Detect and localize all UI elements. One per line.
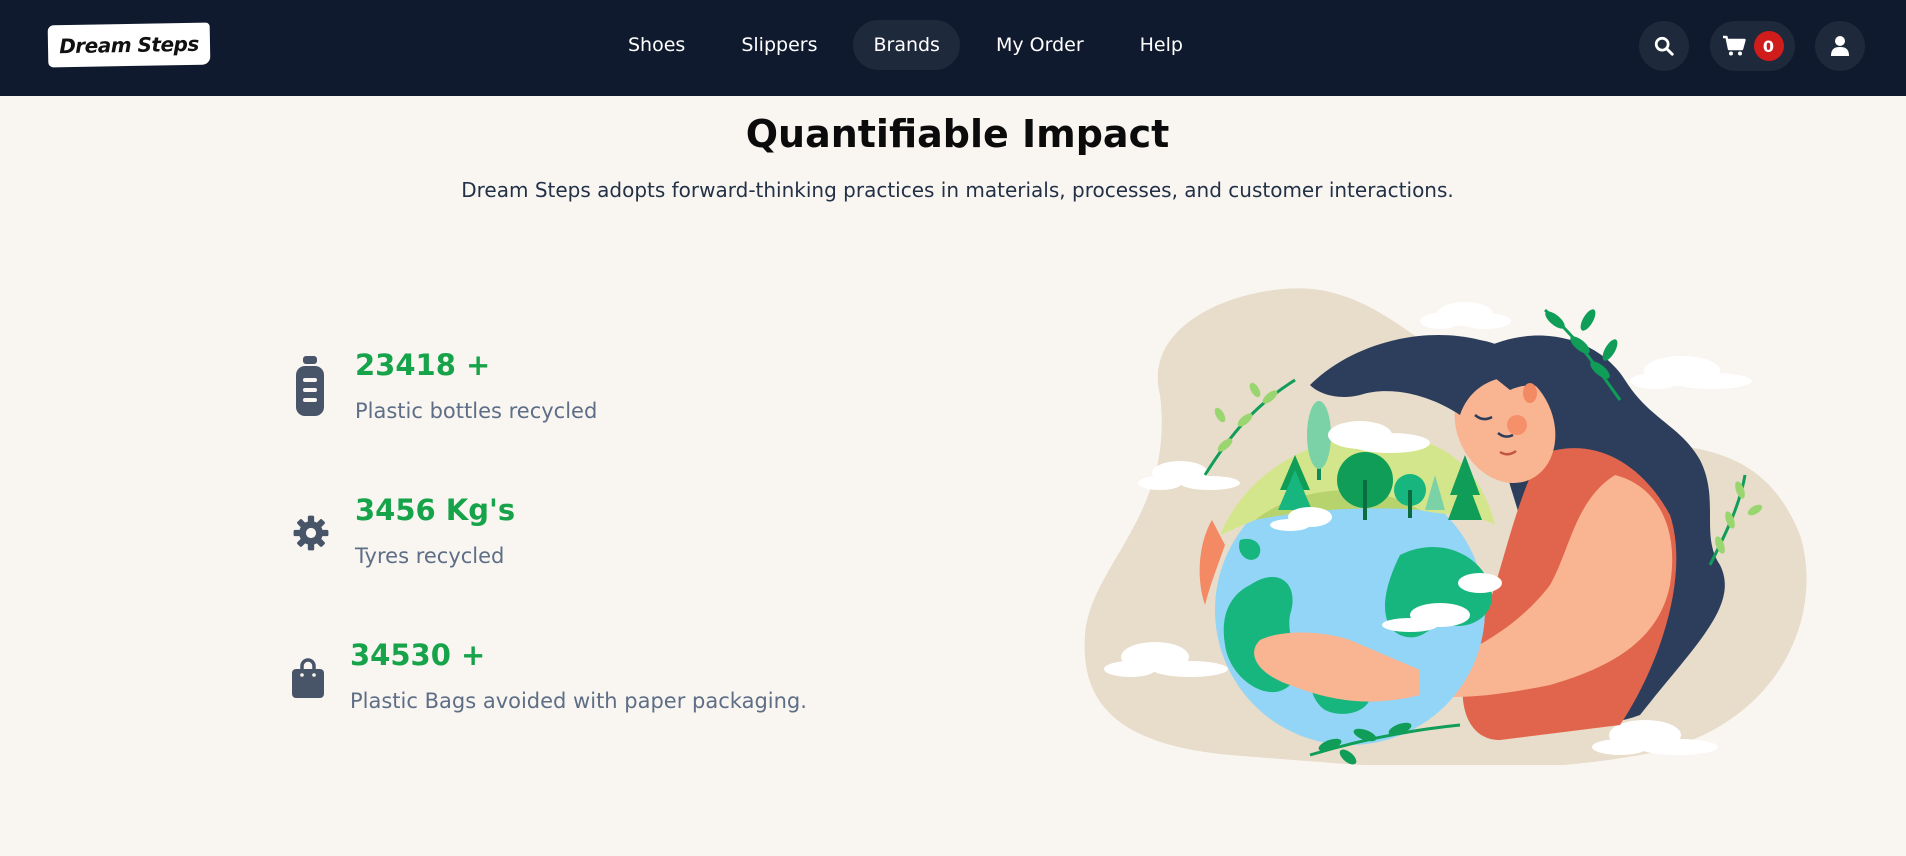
stat-label: Tyres recycled [355,544,505,568]
nav-item-slippers[interactable]: Slippers [721,20,837,70]
cart-button[interactable]: 0 [1710,21,1795,71]
account-button[interactable] [1815,21,1865,71]
cart-count-badge: 0 [1753,31,1784,61]
section-title: Quantifiable Impact [745,112,1170,156]
nav-links: Shoes Slippers Brands My Order Help [608,20,1203,72]
stat-value: 34530 + [350,638,486,672]
nav-item-help[interactable]: Help [1120,20,1203,70]
nav-item-brands[interactable]: Brands [853,20,960,70]
section-subtitle: Dream Steps adopts forward-thinking prac… [461,178,1454,202]
cart-icon [1722,35,1746,56]
stat-value: 3456 Kg's [355,493,516,527]
stat-label: Plastic bottles recycled [355,399,598,423]
user-icon [1831,36,1849,56]
search-icon [1654,36,1674,56]
search-button[interactable] [1639,21,1689,71]
bottle-icon [296,356,324,416]
gear-icon [293,515,329,551]
stat-value: 23418 + [355,348,491,382]
nav-item-my-order[interactable]: My Order [976,20,1104,70]
nav-item-shoes[interactable]: Shoes [608,20,705,70]
navbar: Dream Steps Shoes Slippers Brands My Ord… [0,0,1906,96]
stat-label: Plastic Bags avoided with paper packagin… [350,689,807,713]
brand-logo[interactable]: Dream Steps [47,22,211,68]
brand-name: Dream Steps [59,31,199,59]
bag-icon [292,658,324,698]
earth-hug-illustration [1084,288,1807,765]
